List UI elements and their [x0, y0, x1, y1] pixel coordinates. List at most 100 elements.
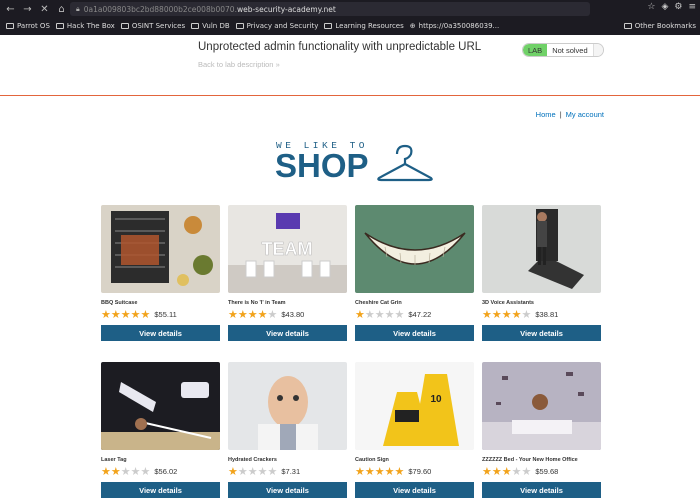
bookmark-label: Learning Resources [335, 22, 404, 30]
back-to-lab-link[interactable]: Back to lab description » [198, 60, 280, 69]
folder-icon [55, 23, 64, 29]
star-icon: ★ [511, 465, 522, 478]
product-name: Caution Sign [355, 457, 389, 463]
product-price: $7.31 [281, 467, 301, 476]
folder-icon [235, 23, 244, 29]
star-icon: ★ [374, 308, 385, 321]
bookmark-htb[interactable]: Hack The Box [55, 22, 115, 30]
product-name: Laser Tag [101, 457, 127, 463]
view-details-button[interactable]: View details [101, 482, 220, 498]
product-price: $79.60 [408, 467, 432, 476]
star-icon: ★ [110, 465, 121, 478]
product-card: BBQ Suitcase ★ ★ ★ ★ ★ $55.11 View details [101, 205, 220, 341]
bookmark-learning[interactable]: Learning Resources [324, 22, 404, 30]
url-bar[interactable]: 🔒︎ 0a1a009803bc2bd88000b2ce008b0070. web-… [70, 2, 590, 16]
product-name: Hydrated Crackers [228, 457, 277, 463]
view-details-button[interactable]: View details [228, 482, 347, 498]
browser-chrome: ← → ✕ ⌂ 🔒︎ 0a1a009803bc2bd88000b2ce008b0… [0, 0, 700, 35]
product-card: 10 Caution Sign ★ ★ ★ ★ ★ $79.60 View detail… [355, 362, 474, 498]
menu-icon[interactable]: ≡ [688, 2, 696, 12]
extensions-icon[interactable]: ⚙ [674, 2, 682, 12]
product-price: $56.02 [154, 467, 178, 476]
folder-icon [6, 23, 14, 29]
product-rating: ★ ★ ★ ★ ★ $47.22 [355, 309, 474, 320]
star-icon: ★ [120, 308, 131, 321]
bookmark-parrot[interactable]: Parrot OS [6, 22, 50, 30]
other-bookmarks[interactable]: Other Bookmarks [623, 19, 696, 33]
view-details-button[interactable]: View details [101, 325, 220, 341]
close-icon[interactable]: ✕ [38, 3, 51, 16]
product-card: Cheshire Cat Grin ★ ★ ★ ★ ★ $47.22 View deta… [355, 205, 474, 341]
svg-text:TEAM: TEAM [262, 239, 313, 259]
bookmark-label: Other Bookmarks [634, 22, 696, 30]
star-icon: ★ [120, 465, 131, 478]
star-icon: ★ [482, 308, 492, 321]
view-details-button[interactable]: View details [355, 482, 474, 498]
lab-title: Unprotected admin functionality with unp… [198, 41, 482, 53]
bookmark-label: Privacy and Security [246, 22, 319, 30]
bookmark-label: Parrot OS [17, 22, 50, 30]
lock-icon: 🔒︎ [76, 4, 80, 13]
product-image-grin[interactable] [355, 205, 474, 293]
bookmark-url[interactable]: ⊕ https://0a350086039... [410, 22, 499, 30]
nav-separator: | [559, 110, 562, 119]
product-price: $47.22 [408, 310, 432, 319]
product-image-bed[interactable] [482, 362, 601, 450]
product-image-caution[interactable]: 10 [355, 362, 474, 450]
product-rating: ★ ★ ★ ★ ★ $38.81 [482, 309, 601, 320]
globe-icon: ⊕ [409, 22, 416, 30]
view-details-button[interactable]: View details [482, 482, 601, 498]
product-price: $55.11 [154, 310, 177, 319]
view-details-button[interactable]: View details [482, 325, 601, 341]
star-icon: ★ [384, 465, 395, 478]
star-icon: ★ [491, 465, 502, 478]
star-icon: ★ [384, 308, 395, 321]
star-icon: ★ [257, 465, 268, 478]
my-account-link[interactable]: My account [566, 110, 604, 119]
bookmarks-bar: Parrot OS Hack The Box OSINT Services Vu… [0, 19, 700, 33]
view-details-button[interactable]: View details [355, 325, 474, 341]
chevron-right-icon: » [275, 60, 280, 69]
product-image-lasertag[interactable] [101, 362, 220, 450]
bookmark-star-icon[interactable]: ☆ [647, 2, 655, 12]
product-image-bbq[interactable] [101, 205, 220, 293]
bookmark-privacy[interactable]: Privacy and Security [235, 22, 319, 30]
product-card: TEAM There is No 'I' in Team ★ ★ ★ ★ ★ $43.8… [228, 205, 347, 341]
star-icon: ★ [101, 465, 111, 478]
home-icon[interactable]: ⌂ [55, 3, 68, 16]
product-image-team[interactable]: TEAM [228, 205, 347, 293]
back-arrow-icon[interactable]: ← [4, 3, 17, 16]
back-label: Back to lab description [198, 60, 274, 69]
star-icon: ★ [101, 308, 111, 321]
star-icon: ★ [110, 308, 121, 321]
star-icon: ★ [521, 308, 532, 321]
home-link[interactable]: Home [536, 110, 556, 119]
product-image-crackers[interactable] [228, 362, 347, 450]
star-icon: ★ [364, 465, 375, 478]
forward-arrow-icon[interactable]: → [21, 3, 34, 16]
star-icon: ★ [228, 308, 238, 321]
star-icon: ★ [394, 308, 405, 321]
status-text: Not solved [547, 44, 593, 56]
product-rating: ★ ★ ★ ★ ★ $7.31 [228, 466, 347, 477]
view-details-button[interactable]: View details [228, 325, 347, 341]
shield-icon[interactable]: ◈ [661, 2, 668, 12]
bookmark-label: OSINT Services [131, 22, 186, 30]
product-image-voice[interactable] [482, 205, 601, 293]
folder-icon [191, 23, 200, 29]
star-icon: ★ [247, 308, 258, 321]
star-icon: ★ [267, 308, 278, 321]
lab-header: Unprotected admin functionality with unp… [0, 35, 700, 96]
star-icon: ★ [355, 465, 365, 478]
svg-text:10: 10 [430, 394, 442, 405]
bookmark-label: Hack The Box [66, 22, 115, 30]
star-icon: ★ [237, 308, 248, 321]
bookmark-osint[interactable]: OSINT Services [120, 22, 186, 30]
bookmark-label: https://0a350086039... [418, 22, 500, 30]
bookmark-vulndb[interactable]: Vuln DB [191, 22, 230, 30]
folder-icon [324, 23, 333, 29]
folder-icon [120, 23, 129, 29]
hanger-icon [377, 144, 433, 182]
folder-icon [623, 23, 632, 29]
product-price: $59.68 [535, 467, 559, 476]
